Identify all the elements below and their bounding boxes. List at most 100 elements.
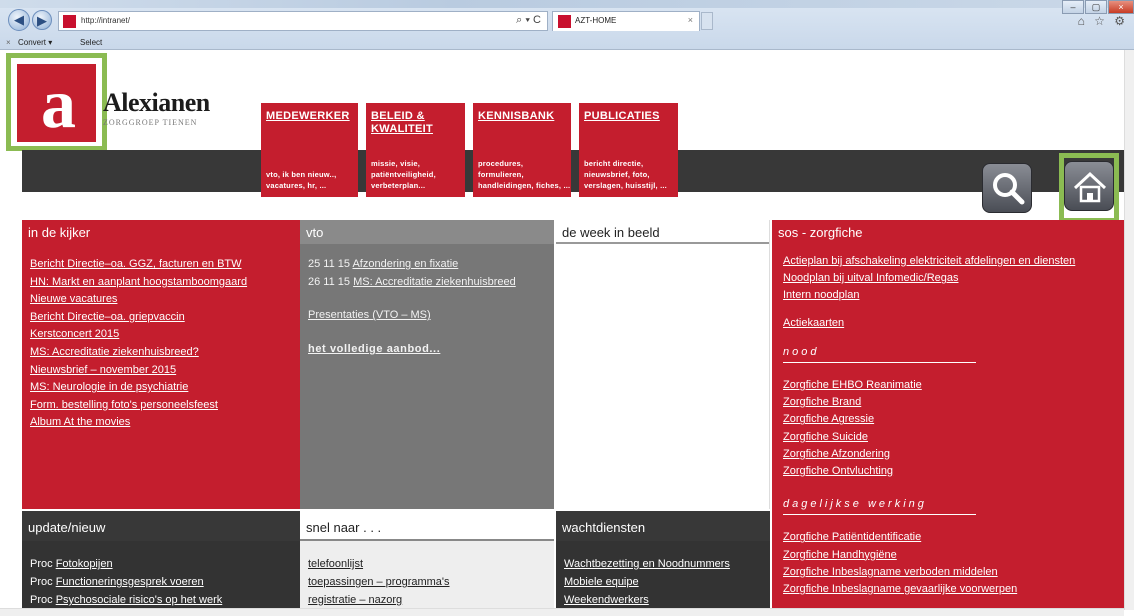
logo[interactable]: a <box>6 53 107 151</box>
vto-link[interactable]: MS: Accreditatie ziekenhuisbreed <box>353 276 516 288</box>
list-item[interactable]: MS: Accreditatie ziekenhuisbreed? <box>30 344 292 362</box>
update-list: Proc Fotokopijen Proc Functioneringsgesp… <box>22 541 300 611</box>
panel-kijker: in de kijker Bericht Directie–oa. GGZ, f… <box>22 220 300 509</box>
address-bar[interactable]: http://intranet/ ⌕ ▾ C <box>58 11 548 31</box>
list-item[interactable]: Zorgfiche Handhygiëne <box>783 547 1116 564</box>
select-button[interactable]: Select <box>80 38 102 47</box>
forward-icon[interactable]: ▶ <box>32 10 52 30</box>
panel-title: vto <box>300 220 554 244</box>
home-icon[interactable] <box>1064 161 1114 211</box>
brand-subtitle: ZORGGROEP TIENEN <box>103 118 198 127</box>
list-item: Proc Psychosociale risico's op het werk <box>30 591 292 609</box>
menu-publicaties[interactable]: PUBLICATIES bericht directie, nieuwsbrie… <box>579 103 678 197</box>
panel-title: snel naar . . . <box>300 511 554 541</box>
brand-name: Alexianen <box>103 88 210 117</box>
list-item[interactable]: Kerstconcert 2015 <box>30 326 292 344</box>
wacht-list: Wachtbezetting en Noodnummers Mobiele eq… <box>556 541 770 611</box>
list-item[interactable]: Zorgfiche Agressie <box>783 411 1116 428</box>
list-item[interactable]: Wachtbezetting en Noodnummers <box>564 555 762 573</box>
update-link[interactable]: Psychosociale risico's op het werk <box>56 594 223 606</box>
browser-chrome: ◀ ▶ http://intranet/ ⌕ ▾ C AZT-HOME × – … <box>0 0 1134 50</box>
list-item[interactable]: Zorgfiche EHBO Reanimatie <box>783 377 1116 394</box>
panel-title: de week in beeld <box>556 220 769 244</box>
list-item[interactable]: Form. bestelling foto's personeelsfeest <box>30 397 292 415</box>
menu-title[interactable]: KENNISBANK <box>478 110 566 123</box>
vto-date: 26 11 15 <box>308 275 351 288</box>
list-item[interactable]: Intern noodplan <box>783 287 1116 304</box>
tab-close-icon[interactable]: × <box>688 15 693 25</box>
browser-tab[interactable]: AZT-HOME × <box>552 11 700 31</box>
tab-title: AZT-HOME <box>575 16 617 25</box>
list-item[interactable]: toepassingen – programma's <box>308 573 546 591</box>
menu-sub: procedures, formulieren, handleidingen, … <box>478 159 571 190</box>
list-item[interactable]: HN: Markt en aanplant hoogstamboomgaard <box>30 274 292 292</box>
menu-title[interactable]: BELEID & KWALITEIT <box>371 110 451 136</box>
dagelijks-heading: dagelijkse werking <box>783 496 976 516</box>
menu-title[interactable]: PUBLICATIES <box>584 110 673 123</box>
command-bar: × Convert ▾ Select <box>0 36 1134 49</box>
list-item[interactable]: Zorgfiche Brand <box>783 394 1116 411</box>
actiekaarten-link[interactable]: Actiekaarten <box>783 315 1116 332</box>
panel-snel: snel naar . . . telefoonlijst toepassing… <box>300 511 554 611</box>
panel-update: update/nieuw Proc Fotokopijen Proc Funct… <box>22 511 300 611</box>
list-item[interactable]: Mobiele equipe <box>564 573 762 591</box>
minimize-button[interactable]: – <box>1062 0 1084 14</box>
list-item[interactable]: Actieplan bij afschakeling elektriciteit… <box>783 253 1116 270</box>
list-item[interactable]: registratie – nazorg <box>308 591 546 609</box>
back-icon[interactable]: ◀ <box>8 9 30 31</box>
page-content: a Alexianen ZORGGROEP TIENEN MEDEWERKER … <box>0 50 1125 611</box>
list-item[interactable]: Zorgfiche Afzondering <box>783 446 1116 463</box>
list-item[interactable]: Zorgfiche Suicide <box>783 429 1116 446</box>
vto-link[interactable]: Afzondering en fixatie <box>352 258 458 270</box>
menu-kennisbank[interactable]: KENNISBANK procedures, formulieren, hand… <box>473 103 571 197</box>
panel-sos: sos - zorgfiche Actieplan bij afschakeli… <box>772 220 1124 610</box>
convert-button[interactable]: Convert ▾ <box>18 38 52 47</box>
list-item[interactable]: Zorgfiche Patiëntidentificatie <box>783 529 1116 546</box>
list-item[interactable]: Weekendwerkers <box>564 591 762 609</box>
horizontal-scrollbar[interactable] <box>0 608 1124 616</box>
update-prefix: Proc <box>30 594 53 606</box>
list-item[interactable]: Zorgfiche Inbeslagname verboden middelen <box>783 564 1116 581</box>
panel-title: sos - zorgfiche <box>778 225 863 240</box>
panel-wacht: wachtdiensten Wachtbezetting en Noodnumm… <box>556 511 770 611</box>
aanbod-link[interactable]: het volledige aanbod... <box>308 341 546 359</box>
list-item[interactable]: Noodplan bij uitval Infomedic/Regas <box>783 270 1116 287</box>
vertical-scrollbar[interactable] <box>1124 50 1134 610</box>
menu-title[interactable]: MEDEWERKER <box>266 110 353 123</box>
new-tab-button[interactable] <box>701 12 713 30</box>
header-band <box>22 150 1125 192</box>
close-window-button[interactable]: × <box>1108 0 1134 14</box>
address-url: http://intranet/ <box>81 16 130 25</box>
favicon-icon <box>63 15 76 28</box>
list-item[interactable]: Nieuwe vacatures <box>30 291 292 309</box>
panel-week: de week in beeld <box>556 220 770 509</box>
command-close-icon[interactable]: × <box>6 38 11 47</box>
presentaties-link[interactable]: Presentaties (VTO – MS) <box>308 307 546 325</box>
panel-vto: vto 25 11 15 Afzondering en fixatie 26 1… <box>300 220 554 509</box>
nood-heading: nood <box>783 344 976 364</box>
list-item[interactable]: telefoonlijst <box>308 555 546 573</box>
menu-beleid[interactable]: BELEID & KWALITEIT missie, visie, patiën… <box>366 103 465 197</box>
list-item[interactable]: MS: Neurologie in de psychiatrie <box>30 379 292 397</box>
menu-sub: vto, ik ben nieuw.., vacatures, hr, ... <box>266 170 337 190</box>
list-item: 25 11 15 Afzondering en fixatie <box>308 256 546 274</box>
panel-title: wachtdiensten <box>556 511 770 541</box>
list-item[interactable]: Album At the movies <box>30 414 292 432</box>
list-item[interactable]: Zorgfiche Inbeslagname gevaarlijke voorw… <box>783 581 1116 598</box>
update-prefix: Proc <box>30 576 53 588</box>
list-item[interactable]: Bericht Directie–oa. GGZ, facturen en BT… <box>30 256 292 274</box>
list-item[interactable]: Nieuwsbrief – november 2015 <box>30 362 292 380</box>
maximize-button[interactable]: ▢ <box>1085 0 1107 14</box>
logo-mark: a <box>17 64 96 142</box>
update-link[interactable]: Fotokopijen <box>56 558 113 570</box>
address-tools[interactable]: ⌕ ▾ C <box>516 14 541 27</box>
browser-toolbar-icons[interactable]: ⌂ ☆ ⚙ <box>1078 14 1128 28</box>
menu-sub: bericht directie, nieuwsbrief, foto, ver… <box>584 159 667 190</box>
kijker-list: Bericht Directie–oa. GGZ, facturen en BT… <box>22 244 300 444</box>
update-link[interactable]: Functioneringsgesprek voeren <box>56 576 204 588</box>
list-item: Proc Fotokopijen <box>30 555 292 573</box>
list-item[interactable]: Zorgfiche Ontvluchting <box>783 463 1116 480</box>
search-icon[interactable] <box>982 163 1032 213</box>
menu-medewerker[interactable]: MEDEWERKER vto, ik ben nieuw.., vacature… <box>261 103 358 197</box>
list-item[interactable]: Bericht Directie–oa. griepvaccin <box>30 309 292 327</box>
